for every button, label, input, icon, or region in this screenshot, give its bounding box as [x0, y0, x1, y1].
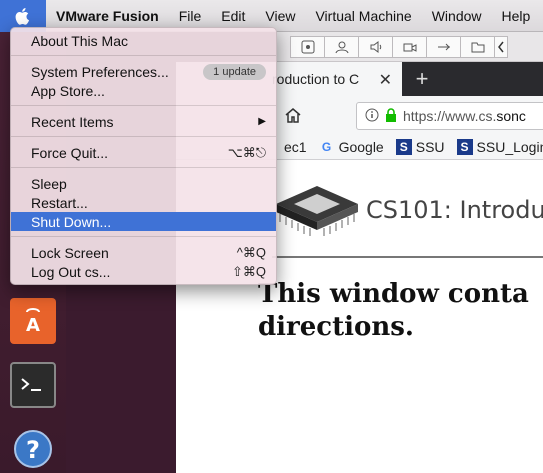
menu-item-app-store[interactable]: App Store... [11, 81, 276, 100]
bookmark-label: SSU_Login [476, 138, 543, 155]
menu-item-label: About This Mac [31, 32, 129, 49]
app-name-menu[interactable]: VMware Fusion [46, 8, 169, 24]
print-icon[interactable] [280, 36, 290, 58]
divider [272, 256, 543, 258]
new-tab-button[interactable]: + [402, 62, 442, 96]
menu-edit[interactable]: Edit [211, 8, 255, 24]
menu-item-label: Lock Screen [31, 244, 109, 261]
software-center-icon[interactable]: A [10, 298, 56, 344]
bookmark-label: Google [338, 138, 384, 155]
menu-separator [11, 105, 276, 106]
user-icon[interactable] [324, 35, 358, 58]
menu-virtual-machine[interactable]: Virtual Machine [305, 8, 421, 24]
lock-icon [385, 107, 397, 125]
apple-menu-dropdown: About This Mac System Preferences... 1 u… [10, 27, 277, 285]
ssu-icon: S [456, 138, 473, 155]
menu-item-label: System Preferences... [31, 63, 169, 80]
body-line-1: This window conta [258, 279, 529, 309]
menu-item-label: Log Out cs... [31, 263, 111, 280]
shared-folder-icon[interactable] [460, 35, 494, 58]
ssu-icon: S [395, 138, 412, 155]
svg-text:?: ? [26, 436, 40, 464]
menu-item-label: Recent Items [31, 113, 114, 130]
update-badge: 1 update [203, 63, 266, 80]
tab-title: roduction to C [272, 71, 360, 87]
menu-item-label: Restart... [31, 194, 88, 211]
bookmark-label: ec1 [284, 138, 307, 155]
bookmark-ec1[interactable]: ec1 [284, 139, 307, 155]
home-icon[interactable] [284, 106, 302, 129]
url-bar[interactable]: https://www.cs. sonc [356, 102, 543, 130]
close-tab-icon[interactable]: ✕ [379, 70, 392, 90]
menu-file[interactable]: File [169, 8, 212, 24]
menu-item-sleep[interactable]: Sleep [11, 174, 276, 193]
submenu-arrow-icon: ▶ [258, 116, 266, 127]
speaker-icon[interactable] [358, 35, 392, 58]
page-heading: CS101: Introduc [366, 196, 543, 224]
menu-window[interactable]: Window [422, 8, 492, 24]
terminal-icon[interactable] [10, 362, 56, 408]
url-host: sonc [496, 108, 526, 124]
bookmark-ssu[interactable]: S SSU [395, 138, 445, 155]
menu-item-force-quit[interactable]: Force Quit... ⌥⌘⎋ [11, 143, 276, 162]
menu-view[interactable]: View [255, 8, 305, 24]
bookmark-ssu-login[interactable]: S SSU_Login [456, 138, 543, 155]
body-line-2: directions. [258, 312, 414, 342]
shortcut-lock-screen: ^⌘Q [236, 244, 266, 260]
camera-icon[interactable] [392, 35, 426, 58]
shortcut-log-out: ⇧⌘Q [231, 263, 266, 279]
vm-toolbar [276, 32, 543, 62]
bookmark-label: SSU [415, 138, 445, 155]
page-body-text: This window conta directions. [258, 278, 529, 344]
menu-item-lock-screen[interactable]: Lock Screen ^⌘Q [11, 243, 276, 262]
menu-item-about[interactable]: About This Mac [11, 31, 276, 50]
menu-separator [11, 55, 276, 56]
menu-item-label: Force Quit... [31, 144, 109, 161]
bookmark-google[interactable]: G Google [319, 139, 384, 155]
menu-separator [11, 167, 276, 168]
disk-icon[interactable] [290, 35, 324, 58]
url-prefix: https://www.cs. [403, 108, 497, 124]
menu-item-log-out[interactable]: Log Out cs... ⇧⌘Q [11, 262, 276, 281]
info-icon[interactable] [365, 108, 379, 125]
menu-item-label: App Store... [31, 82, 105, 99]
usb-icon[interactable] [426, 35, 460, 58]
menu-help[interactable]: Help [492, 8, 541, 24]
menu-item-recent-items[interactable]: Recent Items ▶ [11, 112, 276, 131]
menu-item-shut-down[interactable]: Shut Down... [11, 212, 276, 231]
menu-item-system-preferences[interactable]: System Preferences... 1 update [11, 62, 276, 81]
shortcut-force-quit: ⌥⌘⎋ [227, 144, 266, 160]
menu-separator [11, 236, 276, 237]
menu-item-label: Shut Down... [31, 213, 112, 230]
menu-separator [11, 136, 276, 137]
menu-item-label: Sleep [31, 175, 67, 192]
cpu-chip-logo [272, 178, 362, 255]
back-chevron-icon[interactable] [494, 35, 508, 58]
help-icon[interactable]: ? [10, 426, 56, 472]
menu-item-restart[interactable]: Restart... [11, 193, 276, 212]
svg-text:A: A [26, 315, 40, 336]
google-icon: G [321, 139, 332, 154]
